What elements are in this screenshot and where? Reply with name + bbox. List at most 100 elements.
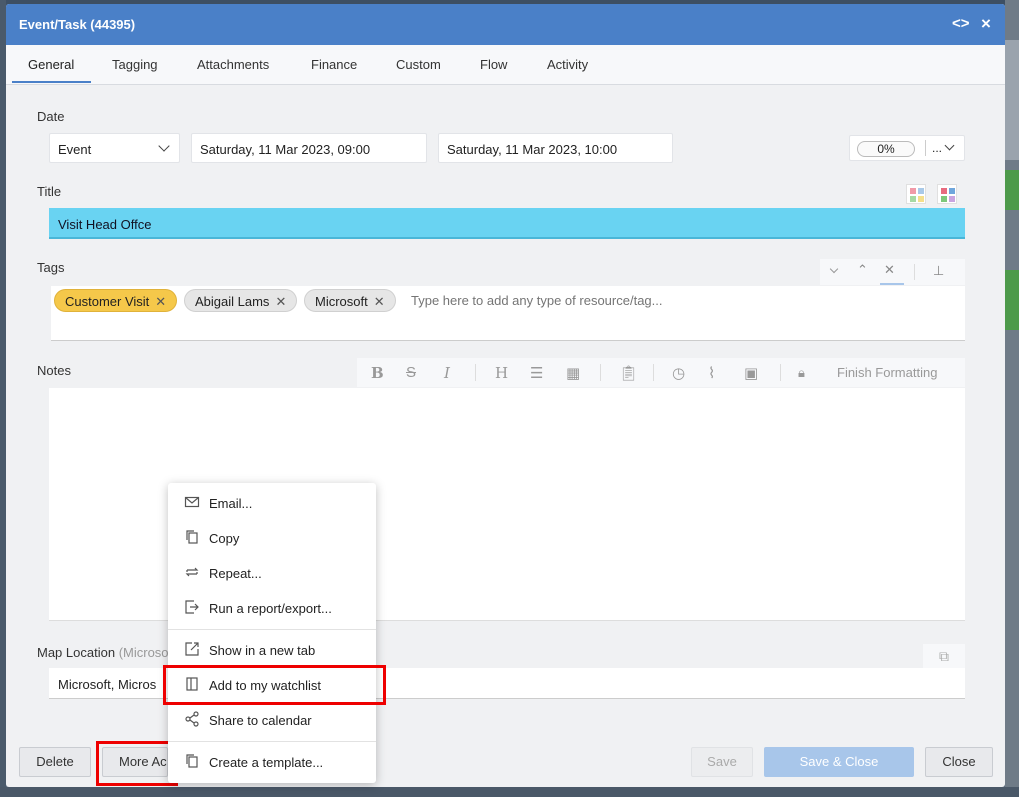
tag-label: Microsoft <box>315 294 368 309</box>
tag-label: Customer Visit <box>65 294 150 309</box>
new-tab-icon <box>185 642 199 656</box>
menu-item-share-calendar[interactable]: Share to calendar <box>168 705 376 735</box>
list-icon[interactable]: ☰ <box>530 364 543 382</box>
strikethrough-icon[interactable]: S <box>406 364 416 381</box>
map-label-text: Map Location <box>37 645 116 660</box>
title-value: Visit Head Offce <box>58 217 152 232</box>
menu-item-label: Run a report/export... <box>209 601 332 616</box>
tab-finance[interactable]: Finance <box>311 57 357 72</box>
expand-collapse-icon[interactable]: ⌃ <box>857 262 868 278</box>
color-grid-icon[interactable] <box>906 184 926 204</box>
background-bottom-strip <box>0 787 1019 797</box>
formatting-toolbar: B S I H ☰ ▦ 📋︎ ◷ ⌇ ▣ 🔒︎ Finish Formattin… <box>357 358 965 387</box>
menu-item-label: Share to calendar <box>209 713 312 728</box>
divider <box>780 364 781 381</box>
clipboard-icon[interactable]: 📋︎ <box>619 364 638 382</box>
tab-bar: General Tagging Attachments Finance Cust… <box>6 45 1005 85</box>
start-date-value: Saturday, 11 Mar 2023, 09:00 <box>200 142 371 157</box>
bold-icon[interactable]: B <box>371 364 384 382</box>
tab-flow[interactable]: Flow <box>480 57 507 72</box>
highlight-more-actions <box>96 741 178 786</box>
title-label: Title <box>37 184 62 199</box>
menu-item-label: Copy <box>209 531 240 546</box>
save-close-button[interactable]: Save & Close <box>764 747 914 777</box>
share-icon <box>185 711 199 727</box>
paperclip-icon[interactable]: ⌇ <box>708 364 715 382</box>
tab-attachments[interactable]: Attachments <box>197 57 269 72</box>
clear-icon[interactable]: ✕ <box>884 262 895 278</box>
menu-item-label: Create a template... <box>209 755 324 770</box>
divider <box>475 364 476 381</box>
modal-title: Event/Task (44395) <box>19 17 136 32</box>
tag-chip[interactable]: Customer Visit ✕ <box>54 289 178 312</box>
lock-icon[interactable]: 🔒︎ <box>798 365 805 381</box>
remove-tag-icon[interactable]: ✕ <box>374 294 385 309</box>
external-link-icon[interactable]: ⧉ <box>923 644 965 669</box>
tag-chip[interactable]: Abigail Lams ✕ <box>184 289 298 312</box>
highlight-watchlist <box>163 665 386 705</box>
end-date-field[interactable]: Saturday, 11 Mar 2023, 10:00 <box>438 133 673 163</box>
tags-label: Tags <box>37 260 65 275</box>
tag-chip[interactable]: Microsoft ✕ <box>304 289 396 312</box>
close-icon[interactable]: × <box>981 14 991 34</box>
background-right-strip <box>1005 0 1019 797</box>
menu-item-create-template[interactable]: Create a template... <box>168 747 376 777</box>
end-date-value: Saturday, 11 Mar 2023, 10:00 <box>447 142 618 157</box>
image-icon[interactable]: ▣ <box>744 364 758 382</box>
menu-item-copy[interactable]: Copy <box>168 523 376 553</box>
tab-activity[interactable]: Activity <box>547 57 588 72</box>
start-date-field[interactable]: Saturday, 11 Mar 2023, 09:00 <box>191 133 427 163</box>
italic-icon[interactable]: I <box>444 364 450 382</box>
tag-label: Abigail Lams <box>195 294 270 309</box>
notes-label: Notes <box>37 363 71 378</box>
more-options-button[interactable]: ... <box>932 141 942 155</box>
remove-tag-icon[interactable]: ✕ <box>275 294 286 309</box>
modal-header: Event/Task (44395) <> × <box>6 4 1005 45</box>
code-icon[interactable]: <> <box>952 15 970 32</box>
close-button[interactable]: Close <box>925 747 993 777</box>
save-button[interactable]: Save <box>691 747 753 777</box>
clock-icon[interactable]: ◷ <box>672 364 685 382</box>
menu-item-show-new-tab[interactable]: Show in a new tab <box>168 635 376 665</box>
progress-pill[interactable]: 0% <box>857 141 915 157</box>
map-location-value: Microsoft, Micros <box>58 677 157 692</box>
tag-input[interactable] <box>411 293 951 308</box>
template-icon <box>186 754 198 768</box>
menu-separator <box>168 741 376 742</box>
active-indicator <box>880 283 904 285</box>
tab-general[interactable]: General <box>28 57 74 72</box>
active-tab-indicator <box>12 81 91 83</box>
event-type-value: Event <box>58 142 92 157</box>
menu-item-label: Email... <box>209 496 253 511</box>
remove-tag-icon[interactable]: ✕ <box>155 294 166 309</box>
menu-item-email[interactable]: Email... <box>168 488 376 518</box>
divider <box>600 364 601 381</box>
tag-toolbar: ⌃ ✕ ⊥ <box>820 259 965 285</box>
menu-separator <box>168 629 376 630</box>
heading-icon[interactable]: H <box>495 364 508 382</box>
color-palette-icon[interactable] <box>937 184 957 204</box>
menu-item-run-report[interactable]: Run a report/export... <box>168 593 376 623</box>
tab-tagging[interactable]: Tagging <box>112 57 158 72</box>
menu-item-label: Show in a new tab <box>209 643 316 658</box>
hierarchy-icon[interactable]: ⊥ <box>933 263 944 279</box>
title-input[interactable]: Visit Head Offce <box>49 208 965 239</box>
more-actions-menu: Email... Copy Repeat... Run a report/exp… <box>168 483 376 783</box>
finish-formatting-button[interactable]: Finish Formatting <box>837 365 937 380</box>
envelope-icon <box>184 496 200 508</box>
divider <box>914 264 915 280</box>
export-icon <box>185 600 199 614</box>
map-location-label: Map Location (Microso <box>37 645 169 660</box>
repeat-icon <box>185 567 199 577</box>
delete-button[interactable]: Delete <box>19 747 91 777</box>
event-type-select[interactable]: Event <box>49 133 180 163</box>
menu-item-repeat[interactable]: Repeat... <box>168 558 376 588</box>
menu-item-label: Repeat... <box>209 566 262 581</box>
collapse-icon[interactable] <box>829 264 839 274</box>
chevron-down-icon <box>158 140 170 152</box>
tab-custom[interactable]: Custom <box>396 57 441 72</box>
copy-icon <box>186 530 198 544</box>
tags-box[interactable]: Customer Visit ✕ Abigail Lams ✕ Microsoft ✕ <box>51 286 965 341</box>
divider <box>925 140 926 156</box>
table-icon[interactable]: ▦ <box>566 364 580 382</box>
